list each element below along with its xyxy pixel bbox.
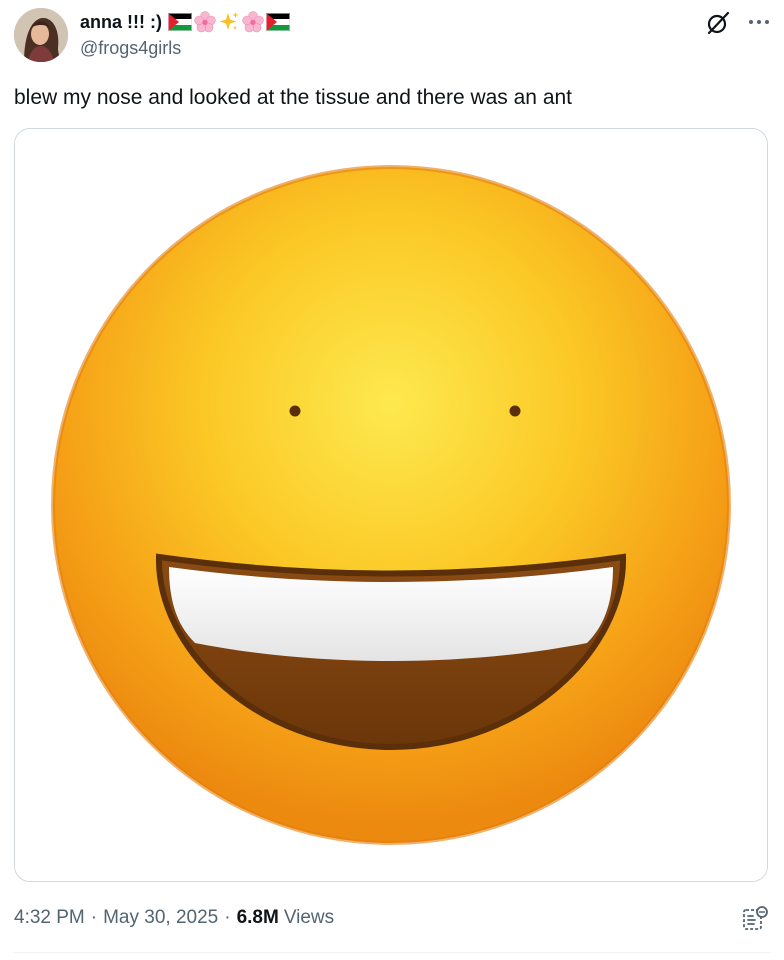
grinning-face-emoji xyxy=(15,129,767,881)
palestine-flag-icon xyxy=(265,13,290,31)
tweet-time[interactable]: 4:32 PM xyxy=(14,907,85,929)
display-name[interactable]: anna !!! :) xyxy=(80,12,162,33)
meta-separator: · xyxy=(90,907,98,928)
views-count: 6.8M xyxy=(236,907,279,928)
cherry-blossom-icon xyxy=(194,11,216,33)
palestine-flag-icon xyxy=(167,13,192,31)
tweet-text: blew my nose and looked at the tissue an… xyxy=(14,86,573,109)
sparkles-icon xyxy=(219,12,239,31)
name-emojis xyxy=(167,11,290,33)
tweet-media-image[interactable] xyxy=(14,128,768,882)
tweet-date[interactable]: May 30, 2025 xyxy=(103,907,218,929)
tweet-meta: 4:32 PM · May 30, 2025 · 6.8M Views xyxy=(14,905,334,931)
tweet: anna !!! :) @frogs4girls blew my nose an… xyxy=(0,0,784,960)
cherry-blossom-icon xyxy=(242,11,264,33)
meta-separator: · xyxy=(224,907,231,928)
grok-icon[interactable] xyxy=(704,9,732,37)
avatar[interactable] xyxy=(14,8,68,62)
views-label: Views xyxy=(283,907,335,928)
author-name-row: anna !!! :) xyxy=(80,11,290,33)
analytics-icon[interactable] xyxy=(740,904,770,934)
divider xyxy=(14,952,770,953)
more-icon[interactable] xyxy=(744,10,774,34)
author-handle[interactable]: @frogs4girls xyxy=(80,38,181,59)
